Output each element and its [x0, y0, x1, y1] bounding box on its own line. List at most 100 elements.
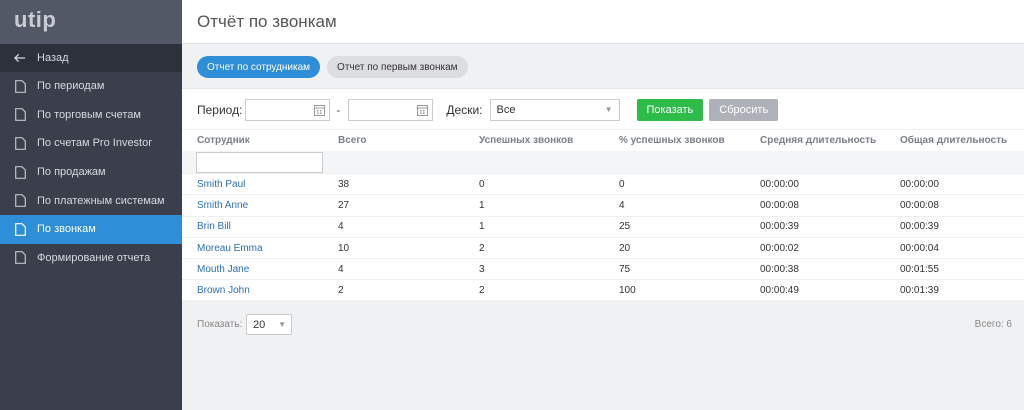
table-cell: 2: [338, 285, 344, 297]
column-header[interactable]: Общая длительность: [885, 135, 1024, 146]
sidebar-item-label: По продажам: [37, 166, 106, 179]
table-cell: 0: [479, 178, 485, 190]
table-row: Smith Paul 38 0 0 00:00:00 00:00:00: [182, 173, 1024, 194]
document-icon: [14, 222, 26, 236]
table-cell: 4: [338, 221, 344, 233]
table-cell: 10: [338, 242, 350, 254]
sidebar-item-report-builder[interactable]: Формирование отчета: [0, 244, 182, 273]
table-cell: 00:00:08: [900, 199, 939, 211]
employee-filter-input[interactable]: [196, 152, 323, 173]
column-header[interactable]: % успешных звонков: [604, 135, 745, 146]
calls-table: Сотрудник Всего Успешных звонков % успеш…: [182, 129, 1024, 301]
document-icon: [14, 137, 26, 150]
table-cell: 20: [619, 242, 631, 254]
table-cell: 1: [479, 221, 485, 233]
date-separator: -: [336, 103, 341, 117]
table-cell: 00:00:02: [760, 242, 799, 254]
document-icon: [14, 79, 26, 93]
sidebar-item-label: По счетам Pro Investor: [37, 137, 152, 150]
table-cell: 27: [338, 199, 350, 211]
table-cell: 00:00:00: [900, 178, 939, 190]
calendar-icon[interactable]: [314, 104, 326, 119]
page-size-label: Показать:: [197, 319, 243, 330]
sidebar-back-label: Назад: [37, 52, 69, 64]
page-size-value: 20: [253, 319, 266, 331]
sidebar-item-trading-accounts[interactable]: По торговым счетам: [0, 101, 182, 130]
employee-link[interactable]: Mouth Jane: [182, 264, 323, 275]
table-cell: 1: [479, 199, 485, 211]
arrow-left-icon: [14, 52, 26, 65]
table-cell: 00:00:04: [900, 242, 939, 254]
employee-link[interactable]: Smith Paul: [182, 179, 323, 190]
page-size-select[interactable]: 20 ▼: [246, 314, 292, 335]
sidebar: utip Назад По периодам По торговым счетам…: [0, 0, 182, 410]
employee-link[interactable]: Moreau Emma: [182, 243, 323, 254]
table-cell: 4: [619, 199, 625, 211]
column-header[interactable]: Средняя длительность: [745, 135, 885, 146]
document-icon: [14, 194, 26, 208]
desks-label: Дески:: [446, 103, 483, 117]
reset-button[interactable]: Сбросить: [709, 99, 779, 121]
show-button[interactable]: Показать: [636, 99, 704, 121]
document-icon: [14, 108, 26, 122]
column-header[interactable]: Успешных звонков: [464, 135, 604, 146]
column-header[interactable]: Всего: [323, 135, 464, 146]
table-cell: 3: [479, 263, 485, 275]
date-to-input[interactable]: [348, 99, 434, 121]
sidebar-item-label: Формирование отчета: [37, 251, 151, 264]
document-icon: [14, 251, 26, 265]
filter-bar: Период: - Дески: Все ▼ Показать Сбросить: [197, 99, 779, 121]
table-cell: 00:00:00: [760, 178, 799, 190]
period-label: Период:: [197, 103, 243, 117]
date-from-input[interactable]: [245, 99, 331, 121]
table-row: Smith Anne 27 1 4 00:00:08 00:00:08: [182, 194, 1024, 215]
table-header: Сотрудник Всего Успешных звонков % успеш…: [182, 129, 1024, 151]
table-cell: 00:00:08: [760, 199, 799, 211]
page-title: Отчёт по звонкам: [197, 12, 337, 31]
table-cell: 00:00:38: [760, 263, 799, 275]
column-header[interactable]: Сотрудник: [182, 135, 323, 146]
sidebar-item-label: По периодам: [37, 80, 105, 93]
desks-select[interactable]: Все ▼: [489, 99, 620, 121]
sidebar-item-periods[interactable]: По периодам: [0, 72, 182, 101]
employee-link[interactable]: Brin Bill: [182, 221, 323, 232]
table-cell: 00:01:55: [900, 263, 939, 275]
table-cell: 75: [619, 263, 631, 275]
table-cell: 00:00:39: [760, 221, 799, 233]
caret-down-icon: ▼: [278, 320, 286, 329]
table-cell: 0: [619, 178, 625, 190]
calendar-icon[interactable]: [417, 104, 429, 119]
sidebar-item-pro-investor[interactable]: По счетам Pro Investor: [0, 129, 182, 158]
sidebar-item-payment-systems[interactable]: По платежным системам: [0, 186, 182, 215]
header: Отчёт по звонкам: [182, 0, 1024, 44]
sidebar-item-calls[interactable]: По звонкам: [0, 214, 182, 244]
table-row: Brin Bill 4 1 25 00:00:39 00:00:39: [182, 215, 1024, 237]
table-cell: 4: [338, 263, 344, 275]
tab-first-calls[interactable]: Отчет по первым звонкам: [327, 56, 468, 78]
sidebar-item-label: По звонкам: [37, 223, 96, 236]
column-filter-row: [182, 151, 1024, 173]
sidebar-item-label: По торговым счетам: [37, 108, 141, 121]
total-count: Всего: 6: [974, 319, 1012, 330]
table-row: Moreau Emma 10 2 20 00:00:02 00:00:04: [182, 236, 1024, 258]
caret-down-icon: ▼: [604, 105, 613, 114]
table-cell: 00:01:39: [900, 285, 939, 297]
document-icon: [14, 165, 26, 179]
sidebar-back[interactable]: Назад: [0, 44, 182, 72]
employee-link[interactable]: Smith Anne: [182, 200, 323, 211]
sidebar-item-label: По платежным системам: [37, 194, 165, 207]
tab-employees[interactable]: Отчет по сотрудникам: [197, 56, 321, 78]
table-row: Mouth Jane 4 3 75 00:00:38 00:01:55: [182, 258, 1024, 279]
report-tabs: Отчет по сотрудникам Отчет по первым зво…: [197, 56, 468, 78]
logo[interactable]: utip: [0, 0, 182, 44]
table-cell: 25: [619, 221, 631, 233]
sidebar-item-sales[interactable]: По продажам: [0, 158, 182, 187]
employee-link[interactable]: Brown John: [182, 285, 323, 296]
table-cell: 00:00:39: [900, 221, 939, 233]
table-cell: 2: [479, 242, 485, 254]
table-cell: 38: [338, 178, 350, 190]
table-cell: 00:00:49: [760, 285, 799, 297]
table-row: Brown John 2 2 100 00:00:49 00:01:39: [182, 279, 1024, 300]
report-panel: Период: - Дески: Все ▼ Показать Сбросить…: [182, 88, 1024, 300]
table-cell: 2: [479, 285, 485, 297]
